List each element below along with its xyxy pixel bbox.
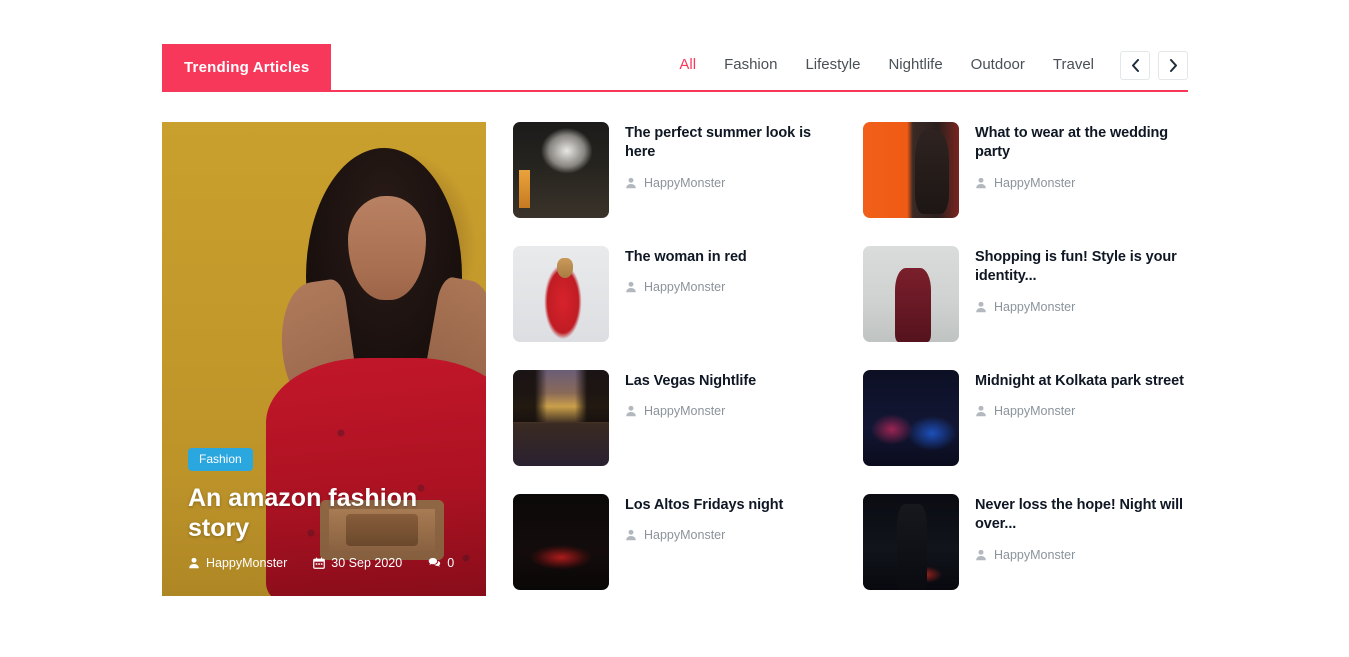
article-author: HappyMonster <box>975 548 1188 562</box>
article-text: What to wear at the wedding party HappyM… <box>975 122 1188 190</box>
featured-author-name: HappyMonster <box>206 556 287 570</box>
featured-article-card[interactable]: Fashion An amazon fashion story HappyMon… <box>162 122 486 596</box>
section-title-badge: Trending Articles <box>162 44 331 90</box>
article-author-name: HappyMonster <box>994 176 1075 190</box>
featured-category-badge[interactable]: Fashion <box>188 448 253 471</box>
featured-date: 30 Sep 2020 <box>313 556 402 570</box>
article-title: The woman in red <box>625 248 747 267</box>
carousel-prev-button[interactable] <box>1120 51 1150 80</box>
article-thumbnail <box>513 370 609 466</box>
nav-item-fashion[interactable]: Fashion <box>710 50 791 80</box>
article-thumbnail <box>513 494 609 590</box>
article-author: HappyMonster <box>975 176 1188 190</box>
article-column-right: What to wear at the wedding party HappyM… <box>863 122 1188 618</box>
article-text: Midnight at Kolkata park street HappyMon… <box>975 370 1184 418</box>
article-title: The perfect summer look is here <box>625 124 843 163</box>
nav-item-outdoor[interactable]: Outdoor <box>957 50 1039 80</box>
article-list-item[interactable]: Midnight at Kolkata park street HappyMon… <box>863 370 1188 494</box>
article-thumbnail <box>863 122 959 218</box>
article-author-name: HappyMonster <box>994 300 1075 314</box>
featured-comments: 0 <box>428 556 454 570</box>
carousel-arrows <box>1120 51 1188 80</box>
article-title: What to wear at the wedding party <box>975 124 1188 163</box>
user-icon <box>975 301 987 313</box>
article-list-item[interactable]: Shopping is fun! Style is your identity.… <box>863 246 1188 370</box>
article-text: Never loss the hope! Night will over... … <box>975 494 1188 562</box>
user-icon <box>625 529 637 541</box>
nav-item-travel[interactable]: Travel <box>1039 50 1108 80</box>
article-list-item[interactable]: The perfect summer look is here HappyMon… <box>513 122 843 246</box>
article-title: Shopping is fun! Style is your identity.… <box>975 248 1188 287</box>
user-icon <box>975 549 987 561</box>
article-author-name: HappyMonster <box>644 280 725 294</box>
article-author: HappyMonster <box>625 528 783 542</box>
nav-item-nightlife[interactable]: Nightlife <box>874 50 956 80</box>
user-icon <box>975 405 987 417</box>
featured-date-text: 30 Sep 2020 <box>331 556 402 570</box>
section-header: Trending Articles All Fashion Lifestyle … <box>162 44 1188 92</box>
article-author-name: HappyMonster <box>994 548 1075 562</box>
article-author-name: HappyMonster <box>644 404 725 418</box>
featured-article-title: An amazon fashion story <box>188 484 466 543</box>
article-list-item[interactable]: What to wear at the wedding party HappyM… <box>863 122 1188 246</box>
user-icon <box>625 281 637 293</box>
article-thumbnail <box>513 122 609 218</box>
header-divider <box>162 90 1188 92</box>
user-icon <box>625 405 637 417</box>
chevron-right-icon <box>1169 59 1178 72</box>
article-list-item[interactable]: The woman in red HappyMonster <box>513 246 843 370</box>
nav-item-all[interactable]: All <box>665 50 710 80</box>
article-title: Las Vegas Nightlife <box>625 372 756 391</box>
article-title: Never loss the hope! Night will over... <box>975 496 1188 535</box>
article-title: Midnight at Kolkata park street <box>975 372 1184 391</box>
article-text: Los Altos Fridays night HappyMonster <box>625 494 783 542</box>
article-author: HappyMonster <box>625 280 747 294</box>
user-icon <box>625 177 637 189</box>
section-title-text: Trending Articles <box>184 60 309 75</box>
featured-article-body: Fashion An amazon fashion story HappyMon… <box>188 448 466 570</box>
article-column-middle: The perfect summer look is here HappyMon… <box>513 122 843 618</box>
article-thumbnail <box>863 370 959 466</box>
article-author-name: HappyMonster <box>644 528 725 542</box>
article-list-item[interactable]: Los Altos Fridays night HappyMonster <box>513 494 843 618</box>
carousel-next-button[interactable] <box>1158 51 1188 80</box>
article-thumbnail <box>513 246 609 342</box>
article-author: HappyMonster <box>625 404 756 418</box>
nav-item-lifestyle[interactable]: Lifestyle <box>791 50 874 80</box>
chevron-left-icon <box>1131 59 1140 72</box>
article-list-item[interactable]: Never loss the hope! Night will over... … <box>863 494 1188 618</box>
calendar-icon <box>313 557 325 569</box>
article-title: Los Altos Fridays night <box>625 496 783 515</box>
article-list-item[interactable]: Las Vegas Nightlife HappyMonster <box>513 370 843 494</box>
featured-author: HappyMonster <box>188 556 287 570</box>
user-icon <box>975 177 987 189</box>
article-thumbnail <box>863 494 959 590</box>
article-author: HappyMonster <box>625 176 843 190</box>
article-text: Shopping is fun! Style is your identity.… <box>975 246 1188 314</box>
featured-article-meta: HappyMonster 30 Sep 2020 0 <box>188 556 466 570</box>
article-author-name: HappyMonster <box>644 176 725 190</box>
category-filter-nav: All Fashion Lifestyle Nightlife Outdoor … <box>665 50 1188 80</box>
article-text: Las Vegas Nightlife HappyMonster <box>625 370 756 418</box>
article-text: The woman in red HappyMonster <box>625 246 747 294</box>
article-author: HappyMonster <box>975 404 1184 418</box>
trending-articles-page: Trending Articles All Fashion Lifestyle … <box>0 0 1349 657</box>
user-icon <box>188 557 200 569</box>
featured-comment-count: 0 <box>447 556 454 570</box>
article-thumbnail <box>863 246 959 342</box>
article-author-name: HappyMonster <box>994 404 1075 418</box>
article-author: HappyMonster <box>975 300 1188 314</box>
article-text: The perfect summer look is here HappyMon… <box>625 122 843 190</box>
comment-icon <box>428 557 441 569</box>
